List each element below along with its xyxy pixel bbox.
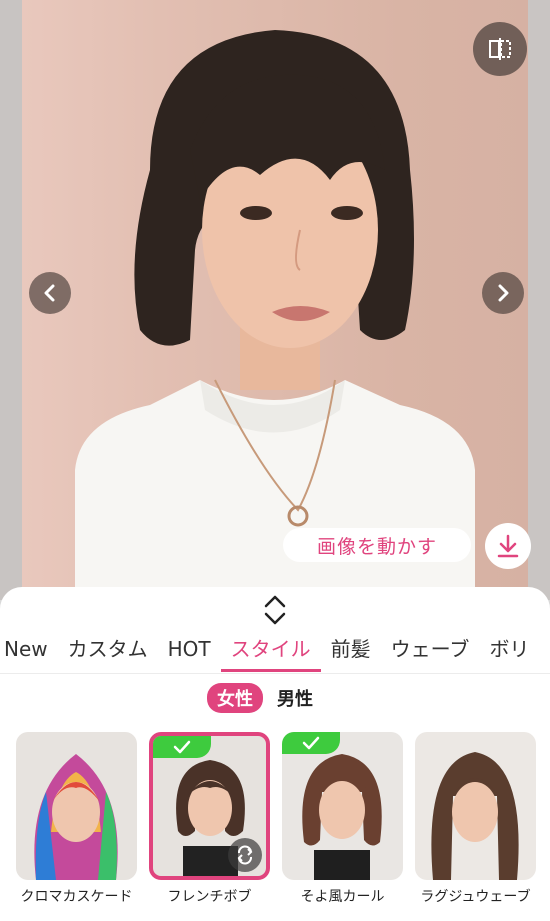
portrait-illustration <box>75 30 475 600</box>
hairstyle-thumbnail <box>149 732 270 880</box>
hairstyle-thumbnail <box>415 732 536 880</box>
tab-volume[interactable]: ボリ <box>479 632 539 672</box>
panel-toggle-handle[interactable] <box>262 592 288 628</box>
hairstyle-list: クロマカスケード フレンチボブ そよ風カール ラグジュウェーブ <box>16 732 536 906</box>
gender-toggle: 女性 男性 <box>207 683 313 713</box>
tabs-divider <box>0 673 550 674</box>
style-panel: New カスタム HOT スタイル 前髪 ウェーブ ボリ 女性 男性 クロマカス… <box>0 587 550 921</box>
gender-male-button[interactable]: 男性 <box>277 685 313 711</box>
hairstyle-label: そよ風カール <box>300 889 385 905</box>
check-icon <box>173 740 191 754</box>
hairstyle-thumbnail <box>16 732 137 880</box>
chevron-left-icon <box>44 284 55 302</box>
gender-female-button[interactable]: 女性 <box>207 683 263 713</box>
selected-check-badge <box>153 736 211 758</box>
hairstyle-card[interactable]: クロマカスケード <box>16 732 137 906</box>
hairstyle-label: クロマカスケード <box>20 889 133 905</box>
move-image-button[interactable]: 画像を動かす <box>283 528 471 562</box>
hairstyle-card[interactable]: フレンチボブ <box>149 732 270 906</box>
hairstyle-label: ラグジュウェーブ <box>420 889 531 905</box>
chevron-right-icon <box>498 284 509 302</box>
refresh-icon <box>237 845 253 865</box>
tab-wave[interactable]: ウェーブ <box>381 632 480 672</box>
tab-hot[interactable]: HOT <box>158 632 221 672</box>
hairstyle-label: フレンチボブ <box>167 889 252 905</box>
tab-bangs[interactable]: 前髪 <box>321 632 381 672</box>
breeze-curl-portrait <box>302 754 382 880</box>
download-icon <box>497 534 519 558</box>
hairstyle-thumbnail <box>282 732 403 880</box>
expand-collapse-icon <box>264 595 286 625</box>
compare-button[interactable] <box>473 22 527 76</box>
compare-icon <box>489 38 511 60</box>
next-button[interactable] <box>482 272 524 314</box>
tab-new[interactable]: New <box>0 632 58 672</box>
tab-style[interactable]: スタイル <box>220 632 321 672</box>
hairstyle-card[interactable]: そよ風カール <box>282 732 403 906</box>
main-photo <box>0 0 550 600</box>
check-icon <box>302 736 320 750</box>
previous-button[interactable] <box>29 272 71 314</box>
category-tabs: New カスタム HOT スタイル 前髪 ウェーブ ボリ <box>0 632 550 672</box>
hairstyle-card[interactable]: ラグジュウェーブ <box>415 732 536 906</box>
swap-button[interactable] <box>228 838 262 872</box>
luxury-wave-portrait <box>431 752 519 880</box>
tab-custom[interactable]: カスタム <box>58 632 158 672</box>
rainbow-hair-portrait <box>34 754 118 880</box>
selected-check-badge <box>282 732 340 754</box>
download-button[interactable] <box>485 523 531 569</box>
